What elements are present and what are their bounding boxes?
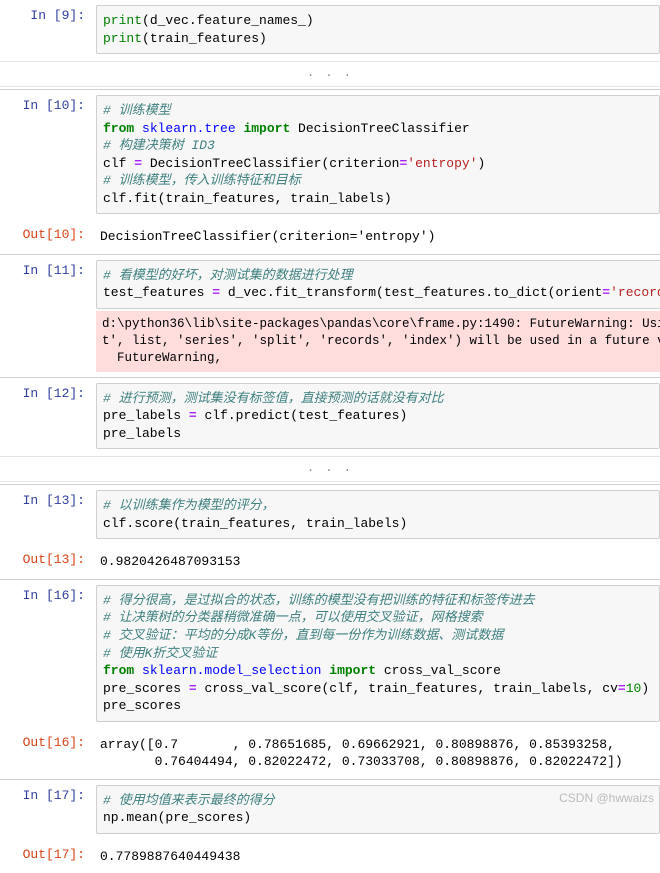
token-comment: # 训练模型 <box>103 103 171 118</box>
token: = <box>602 285 610 300</box>
token: sklearn.model_selection <box>134 663 329 678</box>
token-comment: # 交叉验证：平均的分成K等份，直到每一份作为训练数据、测试数据 <box>103 628 503 643</box>
token: = <box>618 681 626 696</box>
token: ) <box>478 156 486 171</box>
token: clf.fit(train_features, train_labels) <box>103 191 392 206</box>
token-keyword: import <box>243 121 290 136</box>
code-16[interactable]: # 得分很高，是过拟合的状态，训练的模型没有把训练的特征和标签传进去 # 让决策… <box>96 585 660 722</box>
in-prompt-12: In [12]: <box>0 380 93 453</box>
token: clf.predict(test_features) <box>197 408 408 423</box>
token-comment: # 看模型的好坏，对测试集的数据进行处理 <box>103 268 353 283</box>
input-area-16[interactable]: # 得分很高，是过拟合的状态，训练的模型没有把训练的特征和标签传进去 # 让决策… <box>93 582 660 725</box>
token: test_features <box>103 285 212 300</box>
token: cross_val_score <box>376 663 501 678</box>
token-comment: # 让决策树的分类器稍微准确一点，可以使用交叉验证，网格搜索 <box>103 610 483 625</box>
code-10[interactable]: # 训练模型 from sklearn.tree import Decision… <box>96 95 660 214</box>
input-area-10[interactable]: # 训练模型 from sklearn.tree import Decision… <box>93 92 660 217</box>
output-area-13: 0.9820426487093153 <box>93 546 660 577</box>
token-comment: # 进行预测，测试集没有标签值，直接预测的话就没有对比 <box>103 391 444 406</box>
token: = <box>189 408 197 423</box>
token: cross_val_score(clf, train_features, tra… <box>197 681 618 696</box>
token: d_vec.fit_transform(test_features.to_dic… <box>220 285 602 300</box>
token-comment: # 使用均值来表示最终的得分 <box>103 793 275 808</box>
in-prompt-9: In [9]: <box>0 2 93 57</box>
output-16: array([0.7 , 0.78651685, 0.69662921, 0.8… <box>96 732 660 774</box>
token: pre_scores <box>103 698 181 713</box>
token: clf.score(train_features, train_labels) <box>103 516 407 531</box>
code-13[interactable]: # 以训练集作为模型的评分， clf.score(train_features,… <box>96 490 660 539</box>
token-comment: # 得分很高，是过拟合的状态，训练的模型没有把训练的特征和标签传进去 <box>103 593 535 608</box>
in-prompt-11: In [11]: <box>0 257 93 375</box>
token: = <box>212 285 220 300</box>
input-area-9[interactable]: print(d_vec.feature_names_) print(train_… <box>93 2 660 57</box>
code-11[interactable]: # 看模型的好坏，对测试集的数据进行处理 test_features = d_v… <box>96 260 660 309</box>
token: = <box>134 156 142 171</box>
code-cell-10: In [10]: # 训练模型 from sklearn.tree import… <box>0 89 660 219</box>
token: pre_labels <box>103 408 189 423</box>
in-prompt-17: In [17]: <box>0 782 93 837</box>
code-cell-12: In [12]: # 进行预测，测试集没有标签值，直接预测的话就没有对比 pre… <box>0 377 660 455</box>
token-comment: # 训练模型，传入训练特征和目标 <box>103 173 301 188</box>
token-keyword: from <box>103 663 134 678</box>
output-area-16: array([0.7 , 0.78651685, 0.69662921, 0.8… <box>93 729 660 777</box>
output-area-10: DecisionTreeClassifier(criterion='entrop… <box>93 221 660 252</box>
out-prompt-10: Out[10]: <box>0 221 93 252</box>
output-truncated: . . . <box>0 61 660 87</box>
output-10: DecisionTreeClassifier(criterion='entrop… <box>96 224 660 249</box>
output-area-17: 0.7789887640449438 <box>93 841 660 872</box>
output-17: 0.7789887640449438 <box>96 844 660 869</box>
input-area-11[interactable]: # 看模型的好坏，对测试集的数据进行处理 test_features = d_v… <box>93 257 660 375</box>
warning-output: d:\python36\lib\site-packages\pandas\cor… <box>96 311 660 372</box>
code-cell-9: In [9]: print(d_vec.feature_names_) prin… <box>0 0 660 59</box>
token-comment: # 使用K折交叉验证 <box>103 646 217 661</box>
output-cell-10: Out[10]: DecisionTreeClassifier(criterio… <box>0 219 660 254</box>
token-number: 10 <box>626 681 642 696</box>
input-area-13[interactable]: # 以训练集作为模型的评分， clf.score(train_features,… <box>93 487 660 542</box>
code-cell-11: In [11]: # 看模型的好坏，对测试集的数据进行处理 test_featu… <box>0 254 660 377</box>
token: ) <box>641 681 649 696</box>
code-9[interactable]: print(d_vec.feature_names_) print(train_… <box>96 5 660 54</box>
token: (d_vec.feature_names_) <box>142 13 314 28</box>
out-prompt-16: Out[16]: <box>0 729 93 777</box>
output-cell-13: Out[13]: 0.9820426487093153 <box>0 544 660 579</box>
token: print <box>103 31 142 46</box>
output-truncated: . . . <box>0 456 660 482</box>
token: np.mean(pre_scores) <box>103 810 251 825</box>
token: pre_scores <box>103 681 189 696</box>
token-comment: # 构建决策树 ID3 <box>103 138 215 153</box>
code-cell-16: In [16]: # 得分很高，是过拟合的状态，训练的模型没有把训练的特征和标签… <box>0 579 660 727</box>
code-cell-13: In [13]: # 以训练集作为模型的评分， clf.score(train_… <box>0 484 660 544</box>
token-comment: # 以训练集作为模型的评分， <box>103 498 275 513</box>
token: DecisionTreeClassifier <box>290 121 469 136</box>
token-keyword: from <box>103 121 134 136</box>
output-13: 0.9820426487093153 <box>96 549 660 574</box>
token: = <box>189 681 197 696</box>
token-keyword: import <box>329 663 376 678</box>
output-cell-16: Out[16]: array([0.7 , 0.78651685, 0.6966… <box>0 727 660 779</box>
input-area-12[interactable]: # 进行预测，测试集没有标签值，直接预测的话就没有对比 pre_labels =… <box>93 380 660 453</box>
watermark: CSDN @hwwaizs <box>559 791 654 805</box>
token: print <box>103 13 142 28</box>
in-prompt-10: In [10]: <box>0 92 93 217</box>
code-12[interactable]: # 进行预测，测试集没有标签值，直接预测的话就没有对比 pre_labels =… <box>96 383 660 450</box>
out-prompt-13: Out[13]: <box>0 546 93 577</box>
token: DecisionTreeClassifier(criterion <box>142 156 399 171</box>
token: pre_labels <box>103 426 181 441</box>
in-prompt-13: In [13]: <box>0 487 93 542</box>
token-string: 'record' <box>610 285 660 300</box>
token: sklearn.tree <box>134 121 243 136</box>
in-prompt-16: In [16]: <box>0 582 93 725</box>
output-cell-17: Out[17]: 0.7789887640449438 <box>0 839 660 873</box>
out-prompt-17: Out[17]: <box>0 841 93 872</box>
token: clf <box>103 156 134 171</box>
token-string: 'entropy' <box>407 156 477 171</box>
token: (train_features) <box>142 31 267 46</box>
